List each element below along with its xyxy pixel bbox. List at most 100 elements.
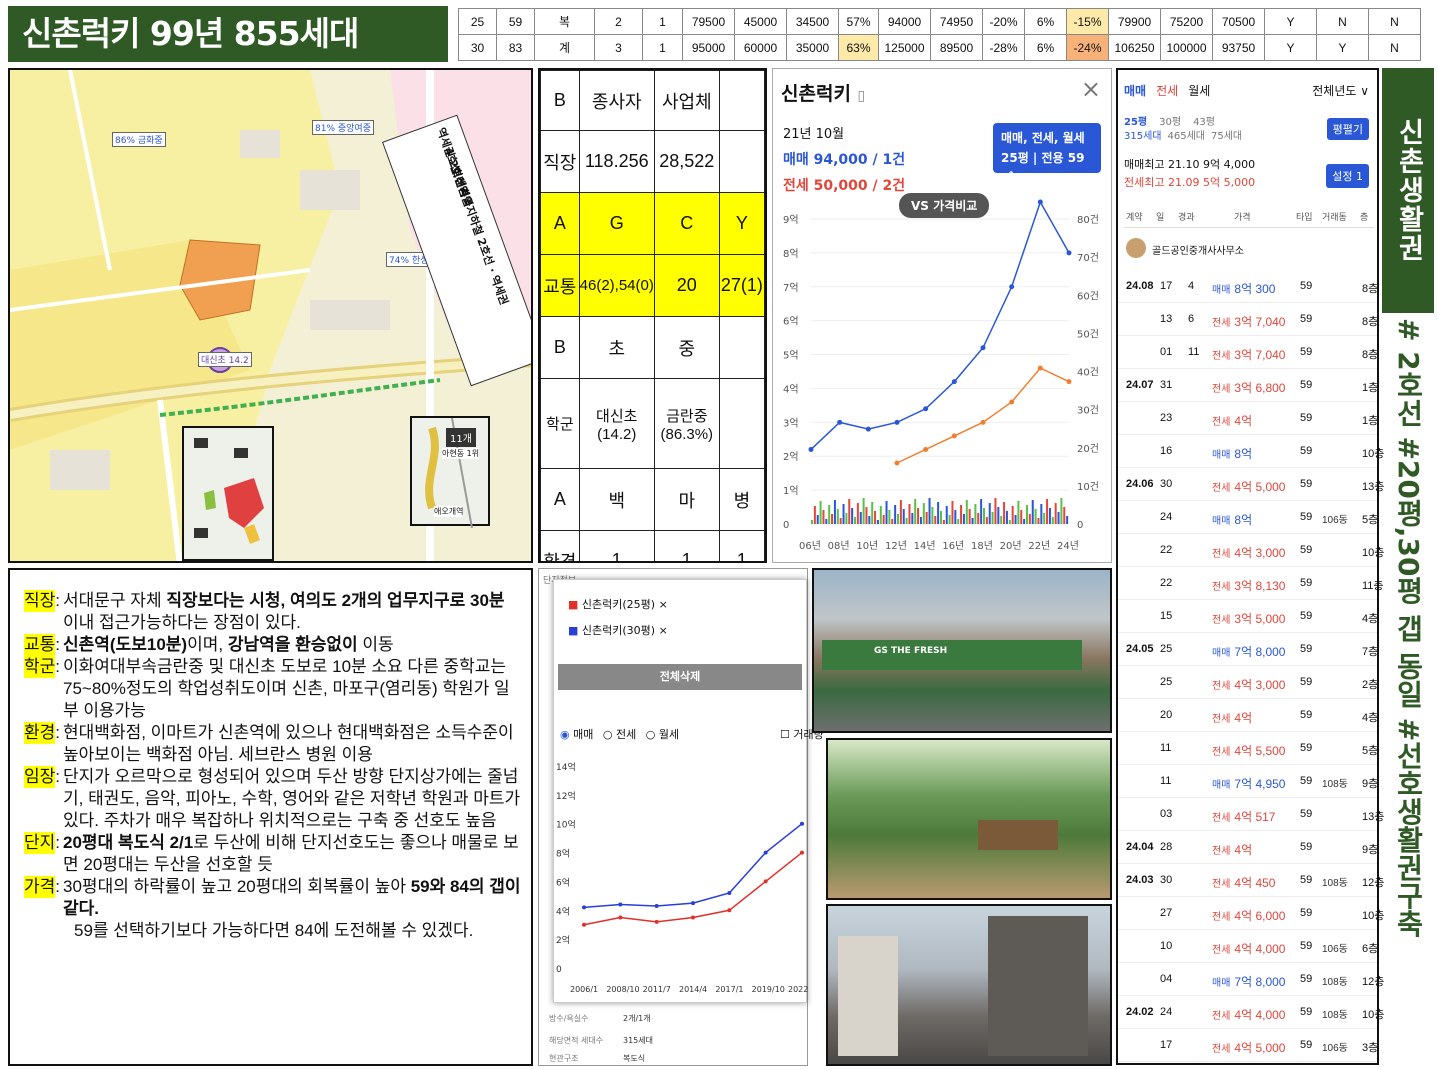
tx-d: 24 <box>1160 1006 1173 1018</box>
tx-price: 3억 8,130 <box>1234 579 1286 593</box>
pyeong-tabs[interactable]: 25평 30평 43평 315세대 465세대 75세대 <box>1124 116 1242 144</box>
transaction-row[interactable]: 24.04 28 전세 4억 59 9층 <box>1118 831 1378 864</box>
tab-rent[interactable]: 전세 <box>1156 84 1178 98</box>
volume-bar <box>1034 509 1037 524</box>
map-inset-rank: 11개 아현동 1위 애오개역 <box>410 416 490 528</box>
tx-p: 매매 7억 4,950 <box>1212 775 1285 792</box>
tx-a: 59 <box>1300 412 1313 424</box>
transaction-row[interactable]: 15 전세 3억 5,000 59 4층 <box>1118 600 1378 633</box>
tx-dong: 106동 <box>1322 515 1348 526</box>
school-marker-1[interactable]: 86% 금화중 <box>112 132 166 147</box>
setting-button[interactable]: 설정 1 <box>1326 164 1369 188</box>
tx-a: 59 <box>1300 511 1313 523</box>
score-cell: 직장 <box>540 130 580 193</box>
stats-cell: 79500 <box>682 8 735 35</box>
transaction-row[interactable]: 24.08 17 4 매매 8억 300 59 8층 <box>1118 270 1378 303</box>
max-sale: 매매최고 21.10 9억 4,000 <box>1124 158 1256 171</box>
volume-bar <box>874 511 877 524</box>
volume-bar <box>962 514 965 524</box>
pyeong-tab[interactable]: 25평 <box>1124 117 1147 128</box>
transaction-row[interactable]: 24.03 30 전세 4억 450 59 108동 12층 <box>1118 864 1384 897</box>
radio-rent[interactable]: ○ 전세 <box>603 728 636 741</box>
location-map[interactable]: 86% 금화중 81% 중앙여중 74% 한성중 대신초 14.2 역세권 2호… <box>8 68 533 563</box>
pyeong-tab[interactable]: 43평 <box>1193 117 1215 128</box>
school-marker-4[interactable]: 대신초 14.2 <box>198 352 252 367</box>
tx-p: 전세 4억 <box>1212 709 1252 726</box>
tab-monthly[interactable]: 월세 <box>1188 84 1210 98</box>
pyeong-tab[interactable]: 30평 <box>1159 117 1181 128</box>
score-row: 학군 대신초 (14.2) 금란중 (86.3%) <box>540 378 765 469</box>
legend-25[interactable]: ■ 신촌럭키(25평) × <box>568 596 668 612</box>
transaction-row[interactable]: 22 전세 4억 3,000 59 10층 <box>1118 534 1384 567</box>
x-tick: 24년 <box>1057 540 1079 552</box>
radio-monthly[interactable]: ○ 월세 <box>646 728 679 741</box>
transaction-row[interactable]: 24.02 24 전세 4억 4,000 59 108동 10층 <box>1118 996 1384 1029</box>
transaction-row[interactable]: 10 전세 4억 4,000 59 106동 6층 <box>1118 930 1378 963</box>
transaction-row[interactable]: 11 매매 7억 4,950 59 108동 9층 <box>1118 765 1378 798</box>
volume-bar <box>968 509 971 524</box>
pyeong-expand-button[interactable]: 평펼기 <box>1326 118 1369 140</box>
score-cell <box>718 130 765 193</box>
y-tick: 10억 <box>556 819 576 831</box>
radio-sale[interactable]: ◉ 매매 <box>560 728 593 741</box>
map-icon[interactable]: ▯ <box>858 88 866 104</box>
tx-p: 전세 4억 5,500 <box>1212 742 1285 759</box>
note-colon: : <box>55 833 61 852</box>
tx-price: 7억 8,000 <box>1234 645 1286 659</box>
y-tick-left: 8억 <box>783 248 799 260</box>
stats-cell: -28% <box>982 34 1025 61</box>
volume-bar <box>997 507 1000 524</box>
tx-type: 매매 <box>1212 450 1231 461</box>
volume-bar <box>813 506 816 524</box>
transaction-row[interactable]: 11 전세 4억 5,500 59 5층 <box>1118 732 1378 765</box>
volume-bar <box>854 517 856 524</box>
score-cell: 대신초 (14.2) <box>578 378 655 469</box>
y-tick-left: 9억 <box>783 214 799 226</box>
tx-price: 4억 3,000 <box>1234 678 1286 692</box>
volume-bar <box>974 504 977 524</box>
tx-fl: 10층 <box>1362 910 1385 922</box>
transaction-row[interactable]: 24.07 31 전세 3억 6,800 59 1층 <box>1118 369 1378 402</box>
tx-fl: 10층 <box>1362 448 1385 460</box>
transaction-row[interactable]: 04 매매 7억 8,000 59 108동 12층 <box>1118 963 1384 996</box>
tx-d: 30 <box>1160 874 1173 886</box>
note-key: 직장 <box>24 590 56 612</box>
transaction-row[interactable]: 03 전세 4억 517 59 13층 <box>1118 798 1384 831</box>
transaction-row[interactable]: 24 매매 8억 59 106동 5층 <box>1118 501 1378 534</box>
transaction-row[interactable]: 16 매매 8억 59 10층 <box>1118 435 1384 468</box>
y-tick: 0 <box>556 965 562 975</box>
school-marker-2[interactable]: 81% 중앙여중 <box>312 120 374 135</box>
volume-bar <box>1063 507 1066 524</box>
tx-fl: 12층 <box>1362 976 1385 988</box>
tab-sale[interactable]: 매매 <box>1124 84 1146 98</box>
transaction-row[interactable]: 25 전세 4억 3,000 59 2층 <box>1118 666 1378 699</box>
tx-a: 59 <box>1300 742 1313 754</box>
transaction-row[interactable]: 27 전세 4억 6,000 59 10층 <box>1118 897 1384 930</box>
bg-value: 315세대 <box>623 1036 653 1045</box>
bg-label: 해당면적 세대수 <box>549 1036 604 1045</box>
transaction-row[interactable]: 22 전세 3억 8,130 59 11층 <box>1118 567 1384 600</box>
score-cell: 46(2),54(0) <box>578 254 655 317</box>
complex-name: 신촌럭키 ▯ <box>781 83 866 105</box>
note-item: 단지:20평대 복도식 2/1로 두산에 비해 단지선호도는 좋으나 매물로 보… <box>24 832 521 876</box>
transaction-row[interactable]: 01 11 전세 3억 7,040 59 8층 <box>1118 336 1378 369</box>
tx-type: 전세 <box>1212 318 1231 329</box>
transaction-row[interactable]: 20 전세 4억 59 4층 <box>1118 699 1378 732</box>
tx-price: 7억 4,950 <box>1234 777 1286 791</box>
transaction-row[interactable]: 13 6 전세 3억 7,040 59 8층 <box>1118 303 1378 336</box>
vs-compare-button[interactable]: VS 가격비교 <box>899 193 990 218</box>
transaction-row[interactable]: 24.06 30 전세 4억 5,000 59 13층 <box>1118 468 1384 501</box>
delete-all-button[interactable]: 전체삭제 <box>558 664 802 690</box>
y-tick-left: 3억 <box>783 417 799 429</box>
household-count: 75세대 <box>1211 131 1243 142</box>
trade-type-select[interactable]: 매매, 전세, 월세 25평 | 전용 59㎡ <box>993 123 1101 185</box>
year-select[interactable]: 전체년도 ∨ <box>1312 82 1369 99</box>
close-icon[interactable]: × <box>1081 75 1101 103</box>
stats-cell: 60000 <box>734 34 787 61</box>
transaction-row[interactable]: 17 전세 4억 5,000 59 106동 3층 <box>1118 1029 1378 1062</box>
score-row: 교통 46(2),54(0) 20 27(1) <box>540 254 765 317</box>
transaction-row[interactable]: 23 전세 4억 59 1층 <box>1118 402 1378 435</box>
transaction-list-panel: 매매 전세 월세 전체년도 ∨ 25평 30평 43평 315세대 465세대 75세대 평… <box>1116 68 1384 1065</box>
legend-30[interactable]: ■ 신촌럭키(30평) × <box>568 622 668 638</box>
transaction-row[interactable]: 24.05 25 매매 7억 8,000 59 7층 <box>1118 633 1378 666</box>
